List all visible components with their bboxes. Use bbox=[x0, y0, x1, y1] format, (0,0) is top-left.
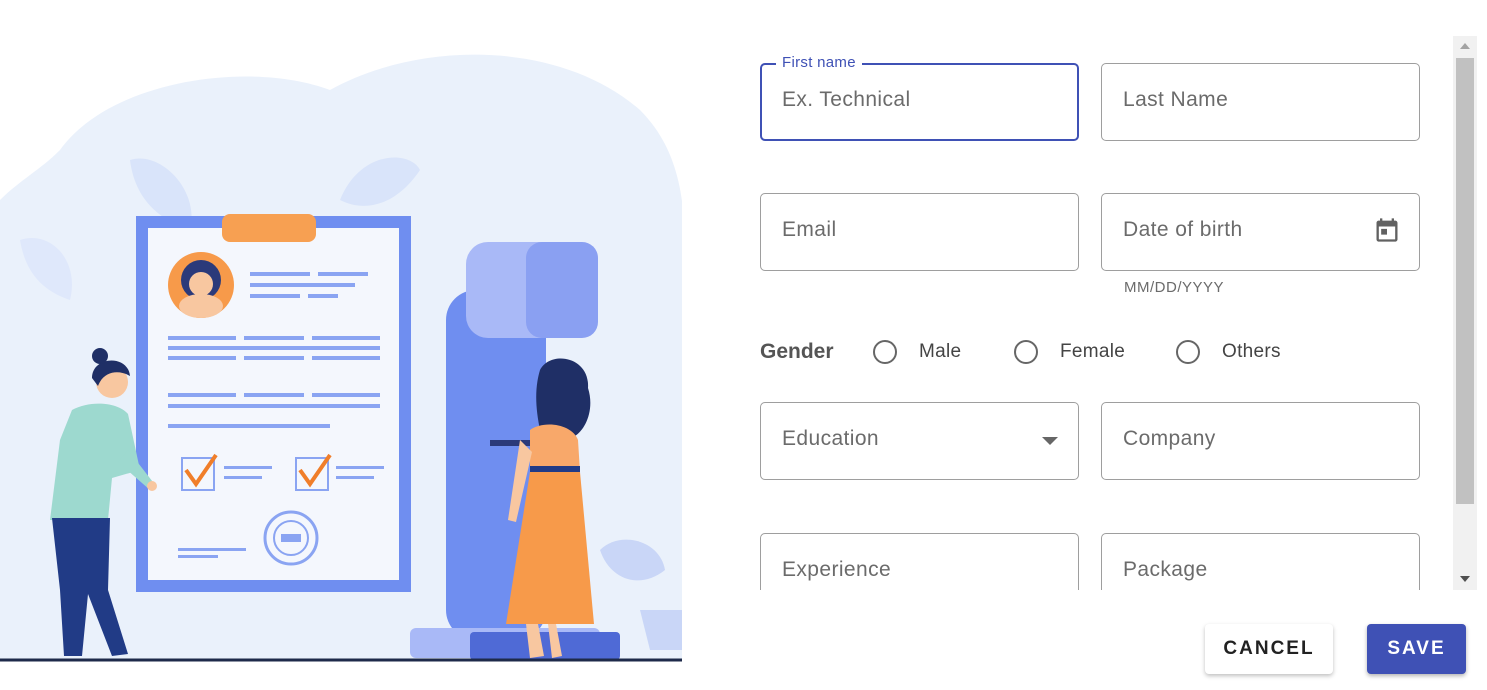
package-placeholder: Package bbox=[1123, 558, 1208, 581]
first-name-label: First name bbox=[776, 54, 862, 71]
email-placeholder: Email bbox=[782, 218, 837, 241]
scroll-up-arrow-icon[interactable] bbox=[1460, 43, 1470, 49]
date-of-birth-field[interactable]: Date of birth bbox=[1101, 193, 1420, 271]
save-button[interactable]: SAVE bbox=[1367, 624, 1466, 674]
education-select[interactable]: Education bbox=[760, 402, 1079, 480]
first-name-field[interactable]: First name Ex. Technical bbox=[760, 54, 1079, 141]
first-name-placeholder: Ex. Technical bbox=[782, 88, 911, 111]
radio-circle[interactable] bbox=[873, 340, 897, 364]
last-name-placeholder: Last Name bbox=[1123, 88, 1229, 111]
experience-placeholder: Experience bbox=[782, 558, 892, 581]
cancel-button[interactable]: CANCEL bbox=[1205, 624, 1333, 674]
email-field[interactable]: Email bbox=[760, 193, 1079, 271]
registration-illustration bbox=[0, 0, 682, 690]
scroll-thumb[interactable] bbox=[1456, 58, 1474, 504]
education-placeholder: Education bbox=[782, 427, 880, 450]
company-field[interactable]: Company bbox=[1101, 402, 1420, 480]
form-scrollbar[interactable] bbox=[1453, 36, 1477, 590]
gender-radio-female[interactable]: Female bbox=[1014, 338, 1125, 366]
company-placeholder: Company bbox=[1123, 427, 1216, 450]
package-field[interactable]: Package bbox=[1101, 533, 1420, 590]
gender-radio-male[interactable]: Male bbox=[873, 338, 961, 366]
date-of-birth-hint: MM/DD/YYYY bbox=[1124, 279, 1225, 296]
scroll-down-arrow-icon[interactable] bbox=[1460, 576, 1470, 582]
radio-circle[interactable] bbox=[1176, 340, 1200, 364]
radio-label-male: Male bbox=[919, 341, 962, 362]
calendar-icon[interactable] bbox=[1373, 215, 1401, 245]
gender-radio-others[interactable]: Others bbox=[1176, 338, 1281, 366]
radio-label-others: Others bbox=[1222, 341, 1281, 362]
experience-field[interactable]: Experience bbox=[760, 533, 1079, 590]
date-of-birth-placeholder: Date of birth bbox=[1123, 218, 1243, 241]
last-name-field[interactable]: Last Name bbox=[1101, 63, 1420, 141]
gender-label: Gender bbox=[760, 340, 834, 363]
dropdown-arrow-icon[interactable] bbox=[1042, 437, 1058, 445]
radio-circle[interactable] bbox=[1014, 340, 1038, 364]
radio-label-female: Female bbox=[1060, 341, 1126, 362]
form-scroll-area[interactable]: First name Ex. Technical Last Name Email… bbox=[741, 36, 1453, 590]
